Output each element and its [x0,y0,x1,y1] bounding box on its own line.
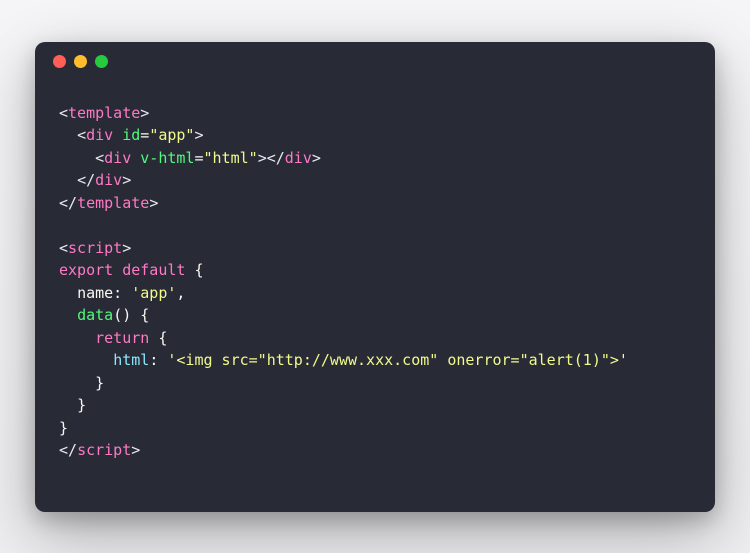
code-line: name: 'app', [59,282,691,305]
code-token: div [285,149,312,167]
code-line: <script> [59,237,691,260]
code-editor: <template> <div id="app"> <div v-html="h… [35,82,715,482]
code-token: template [77,194,149,212]
code-token: "html" [204,149,258,167]
code-token: </ [59,441,77,459]
code-token: } [95,374,104,392]
code-token: id [122,126,140,144]
code-token: < [95,149,104,167]
code-token: 'app' [131,284,176,302]
code-line: } [59,417,691,440]
code-token: > [149,194,158,212]
code-token: template [68,104,140,122]
code-token: = [140,126,149,144]
code-token: "app" [149,126,194,144]
code-token: } [77,396,86,414]
code-token: = [194,149,203,167]
code-token: > [140,104,149,122]
code-token: '<img src="http://www.xxx.com" onerror="… [167,351,628,369]
code-token: , [176,284,185,302]
code-token: script [68,239,122,257]
code-token: </ [267,149,285,167]
code-token: > [122,239,131,257]
code-token: { [185,261,203,279]
code-line: return { [59,327,691,350]
code-token: > [122,171,131,189]
code-token: () { [113,306,149,324]
code-token: < [59,239,68,257]
code-window: <template> <div id="app"> <div v-html="h… [35,42,715,512]
code-token: name: [77,284,131,302]
code-line: </template> [59,192,691,215]
titlebar [35,42,715,82]
code-token: default [122,261,185,279]
code-token: div [95,171,122,189]
code-line: export default { [59,259,691,282]
code-token: div [104,149,131,167]
code-token: v-html [140,149,194,167]
code-line: } [59,394,691,417]
code-line: <template> [59,102,691,125]
code-line: } [59,372,691,395]
code-token: > [194,126,203,144]
code-token: html [113,351,149,369]
code-token: export [59,261,113,279]
code-token: < [59,104,68,122]
code-token: return [95,329,149,347]
code-line: <div v-html="html"></div> [59,147,691,170]
code-token: > [258,149,267,167]
minimize-icon[interactable] [74,55,87,68]
code-token [131,149,140,167]
code-line: html: '<img src="http://www.xxx.com" one… [59,349,691,372]
code-token: > [312,149,321,167]
code-token [113,261,122,279]
maximize-icon[interactable] [95,55,108,68]
code-token: { [149,329,167,347]
code-token: </ [59,194,77,212]
code-token [113,126,122,144]
code-token: > [131,441,140,459]
code-line: </div> [59,169,691,192]
code-token: < [77,126,86,144]
code-token: data [77,306,113,324]
code-line [59,214,691,237]
code-token: div [86,126,113,144]
close-icon[interactable] [53,55,66,68]
code-line: data() { [59,304,691,327]
code-token: } [59,419,68,437]
code-line: </script> [59,439,691,462]
code-token: script [77,441,131,459]
code-line: <div id="app"> [59,124,691,147]
code-token: : [149,351,167,369]
code-token: </ [77,171,95,189]
